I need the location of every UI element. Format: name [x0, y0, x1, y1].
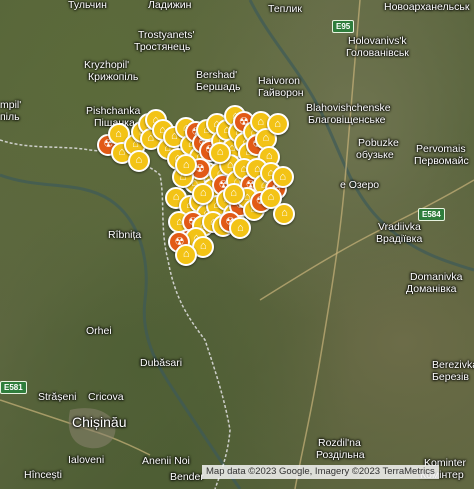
place-label-haivoron-lat: Haivoron — [258, 75, 301, 87]
place-label-holovanivsk-lat: Holovanivs'k — [348, 35, 407, 47]
place-label-vradiivka-lat: Vradiivka — [378, 221, 421, 233]
place-label-ladyzhyn: Ладижин — [148, 0, 192, 11]
bank-marker[interactable]: ⌂ — [209, 141, 232, 164]
bank-marker[interactable]: ⌂ — [175, 243, 198, 266]
place-label-dubasari: Dubăsari — [140, 357, 183, 369]
bank-marker[interactable]: ⌂ — [127, 149, 150, 172]
bank-icon: ⌂ — [237, 221, 244, 234]
place-label-berezivka-cyr: Березів — [432, 371, 469, 383]
place-label-tulchyn: Тульчин — [68, 0, 107, 11]
bank-icon: ⌂ — [115, 127, 122, 140]
place-label-domanivka-lat: Domanivka — [410, 271, 463, 283]
place-label-bender: Bender — [170, 471, 204, 483]
bank-icon: ⌂ — [172, 191, 180, 204]
place-label-rozdilna-lat: Rozdil'na — [318, 437, 361, 449]
bank-icon: ⌂ — [262, 132, 270, 145]
place-label-trostyanets-cyr: Тростянець — [134, 41, 191, 53]
road-shield-e95: E95 — [332, 20, 355, 33]
road-shield-e581: E581 — [0, 381, 27, 394]
bank-icon: ⌂ — [216, 146, 224, 159]
road-shield-e584: E584 — [418, 208, 445, 221]
highway-e95 — [294, 0, 361, 489]
bank-icon: ⌂ — [199, 240, 207, 253]
place-label-pobuzke-lat: Pobuzke — [358, 137, 399, 149]
place-label-hincesti: Hîncești — [24, 469, 62, 481]
place-label-novoarkhanhelsk: Новоарханельськ — [384, 1, 470, 13]
place-label-blahovishchenske-cyr: Благовіщенське — [308, 114, 386, 126]
place-label-domanivka-cyr: Доманівка — [406, 283, 457, 295]
bank-icon: ⌂ — [279, 170, 287, 183]
bank-marker[interactable]: ⌂ — [192, 182, 215, 205]
place-label-rabnita: Rîbnița — [108, 229, 142, 241]
bank-icon: ⌂ — [182, 248, 190, 261]
bank-marker[interactable]: ⌂ — [271, 166, 294, 189]
bank-icon: ⌂ — [274, 117, 281, 130]
place-label-kryzhopil-cyr: Крижопіль — [88, 71, 139, 83]
bank-icon: ⌂ — [135, 154, 143, 167]
bank-icon: ⌂ — [265, 150, 273, 163]
bank-icon: ⌂ — [257, 115, 265, 128]
bank-icon: ⌂ — [199, 187, 207, 200]
place-label-pobuzke-cyr: обузьке — [356, 149, 394, 161]
bank-marker[interactable]: ⌂ — [266, 113, 289, 136]
place-label-trostyanets-lat: Trostyanets' — [138, 29, 195, 41]
map-canvas[interactable]: Тульчин Ладижин Теплик Новоарханельськ Trost… — [0, 0, 474, 489]
place-label-rozdilna-cyr: Роздільна — [316, 449, 365, 461]
place-label-mpil-lat: mpil' — [0, 99, 22, 111]
place-label-blahovishchenske-lat: Blahovishchenske — [306, 102, 391, 114]
place-label-teplyk: Теплик — [268, 3, 302, 15]
bank-icon: ⌂ — [267, 191, 275, 204]
place-label-bershad-lat: Bershad' — [196, 69, 238, 81]
place-label-berezivka-lat: Berezivka — [432, 359, 474, 371]
place-label-bershad-cyr: Бершадь — [196, 81, 241, 93]
place-label-holovanivsk-cyr: Голованівськ — [346, 47, 409, 59]
place-label-haivoron-cyr: Гайворон — [258, 87, 304, 99]
place-label-pishchanka-lat: Pishchanka — [86, 105, 141, 117]
place-label-pervomaisk-cyr: Первомайс — [414, 155, 469, 167]
place-label-mpil-cyr: піль — [0, 111, 20, 123]
bank-icon: ⌂ — [230, 187, 237, 200]
place-label-ozero: е Озеро — [340, 179, 380, 191]
map-attribution[interactable]: Map data ©2023 Google, Imagery ©2023 Ter… — [202, 465, 439, 479]
place-label-pervomaisk-lat: Pervomais — [416, 143, 466, 155]
place-label-cricova: Cricova — [88, 391, 124, 403]
bank-icon: ⌂ — [281, 207, 288, 220]
place-label-chisinau: Chișinău — [72, 414, 127, 430]
place-label-ialoveni: Ialoveni — [68, 454, 105, 466]
place-label-vradiivka-cyr: Врадіївка — [376, 233, 423, 245]
place-label-orhei: Orhei — [86, 325, 112, 337]
place-label-straseni: Strășeni — [38, 391, 77, 403]
bank-marker[interactable]: ⌂ — [222, 182, 245, 205]
bank-icon: ⌂ — [182, 158, 190, 171]
place-label-kryzhopil-lat: Kryzhopil' — [84, 59, 130, 71]
place-label-anenii-noi: Anenii Noi — [142, 455, 190, 467]
